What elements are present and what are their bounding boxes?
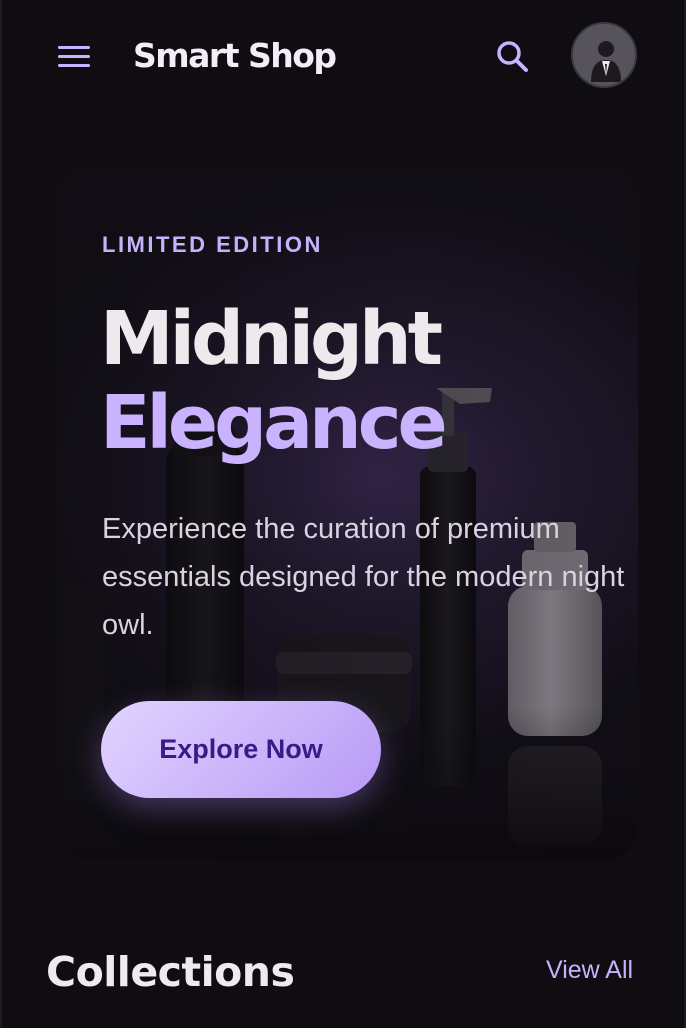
- collections-title: Collections: [46, 948, 295, 996]
- brand-title: Smart Shop: [133, 36, 337, 75]
- hero-description: Experience the curation of premium essen…: [102, 513, 625, 641]
- user-avatar[interactable]: [571, 22, 637, 88]
- hero-eyebrow: LIMITED EDITION: [102, 232, 323, 257]
- hamburger-menu-icon[interactable]: [54, 38, 94, 74]
- hero-title-line-2: Elegance: [100, 380, 448, 466]
- app-screen: Smart Shop LIMITED EDITION Midnight Eleg…: [0, 0, 686, 1028]
- hero-title-line-1: Midnight: [100, 296, 443, 382]
- view-all-link[interactable]: View All: [546, 956, 633, 985]
- search-icon[interactable]: [492, 36, 532, 76]
- explore-now-button[interactable]: Explore Now: [101, 701, 381, 798]
- top-app-bar: Smart Shop: [2, 0, 684, 116]
- avatar-person-icon: [573, 24, 635, 86]
